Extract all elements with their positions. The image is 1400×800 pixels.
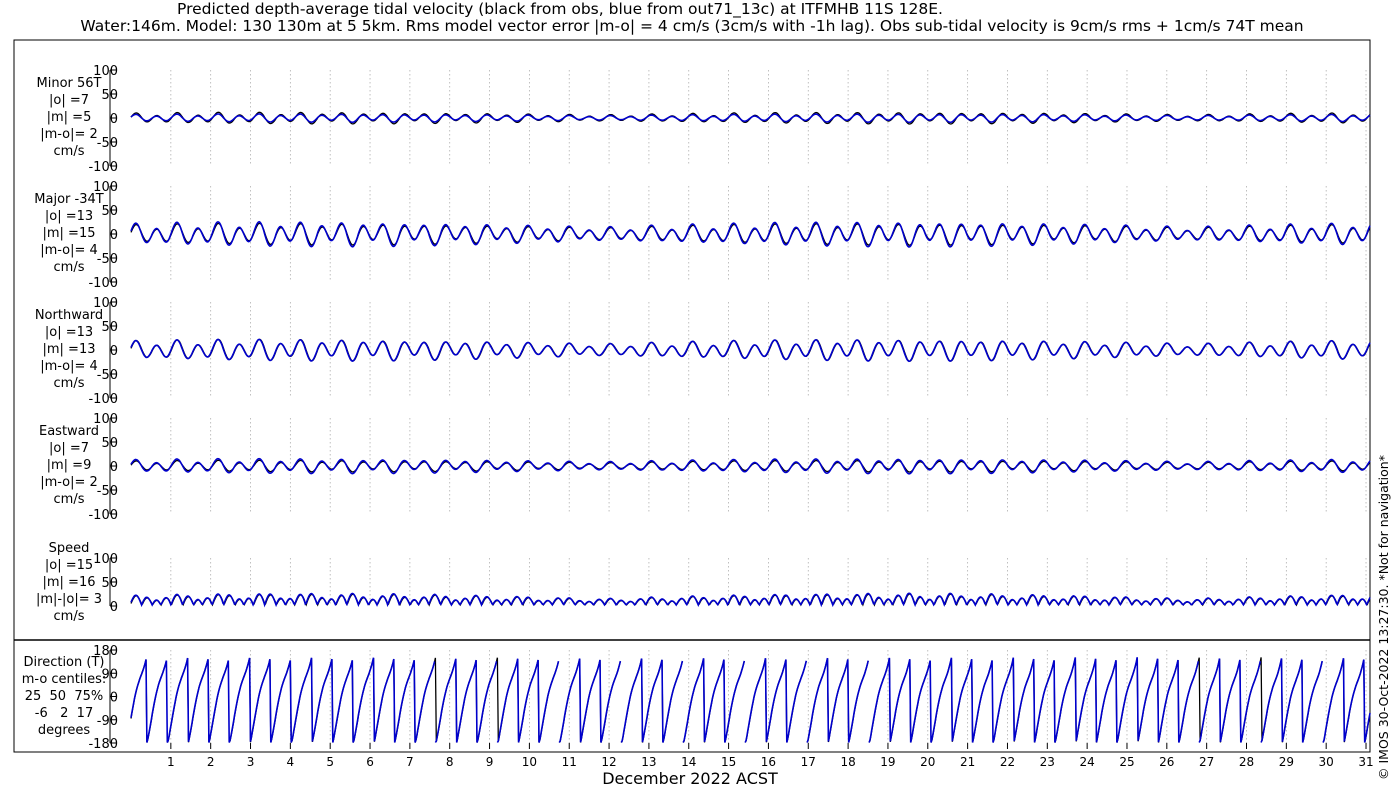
x-tick-label: 24 xyxy=(1080,755,1095,769)
x-axis-label: December 2022 ACST xyxy=(602,769,778,788)
series-line-speed-model xyxy=(130,592,1371,608)
x-tick-label: 9 xyxy=(486,755,494,769)
panel-label-dir: Direction (T) m-o centiles: 25 50 75% -6 2 … xyxy=(21,655,107,738)
x-tick-label: 5 xyxy=(326,755,334,769)
x-tick-label: 4 xyxy=(287,755,295,769)
y-tick-label: -180 xyxy=(88,737,118,752)
y-tick-label: -100 xyxy=(88,392,118,407)
y-tick-label: -100 xyxy=(88,276,118,291)
x-tick-label: 19 xyxy=(880,755,895,769)
x-tick-label: 7 xyxy=(406,755,414,769)
y-tick-label: -100 xyxy=(88,508,118,523)
x-tick-label: 13 xyxy=(641,755,656,769)
x-tick-label: 31 xyxy=(1358,755,1373,769)
series-line-east-model xyxy=(130,457,1371,475)
x-tick-label: 15 xyxy=(721,755,736,769)
x-tick-label: 21 xyxy=(960,755,975,769)
series-line-minor-model xyxy=(130,113,1371,124)
x-tick-label: 1 xyxy=(167,755,175,769)
x-tick-label: 18 xyxy=(840,755,855,769)
chart-canvas: 100500-50-100100500-50-100100500-50-1001… xyxy=(13,39,1374,769)
series-line-dir-obs xyxy=(130,657,1371,743)
x-tick-label: 25 xyxy=(1119,755,1134,769)
x-tick-label: 10 xyxy=(522,755,537,769)
copyright-notice: © IMOS 30-Oct-2022 13:27:30. *Not for na… xyxy=(1376,455,1391,780)
panel-label-speed: Speed |o| =15 |m| =16 |m|-|o|= 3 cm/s xyxy=(35,541,103,624)
panel-label-north: Northward |o| =13 |m| =13 |m-o|= 4 cm/s xyxy=(34,308,104,391)
series-line-north-model xyxy=(130,338,1371,363)
panel-label-major: Major -34T |o| =13 |m| =15 |m-o|= 4 cm/s xyxy=(34,192,104,275)
x-tick-label: 6 xyxy=(366,755,374,769)
x-tick-label: 26 xyxy=(1159,755,1174,769)
x-tick-label: 28 xyxy=(1239,755,1254,769)
x-tick-label: 8 xyxy=(446,755,454,769)
panel-label-east: Eastward |o| =7 |m| =9 |m-o|= 2 cm/s xyxy=(38,424,100,507)
x-tick-label: 30 xyxy=(1319,755,1334,769)
x-tick-label: 29 xyxy=(1279,755,1294,769)
x-tick-label: 2 xyxy=(207,755,215,769)
x-tick-label: 20 xyxy=(920,755,935,769)
x-tick-label: 16 xyxy=(761,755,776,769)
panel-label-minor: Minor 56T |o| =7 |m| =5 |m-o|= 2 cm/s xyxy=(36,76,102,159)
series-line-major-model xyxy=(130,220,1371,248)
x-tick-label: 22 xyxy=(1000,755,1015,769)
x-tick-label: 3 xyxy=(247,755,255,769)
x-tick-label: 17 xyxy=(801,755,816,769)
x-tick-label: 14 xyxy=(681,755,696,769)
series-line-dir-model xyxy=(130,657,1371,743)
x-tick-label: 27 xyxy=(1199,755,1214,769)
x-tick-label: 11 xyxy=(562,755,577,769)
x-tick-label: 12 xyxy=(601,755,616,769)
x-tick-label: 23 xyxy=(1040,755,1055,769)
y-tick-label: -100 xyxy=(88,160,118,175)
